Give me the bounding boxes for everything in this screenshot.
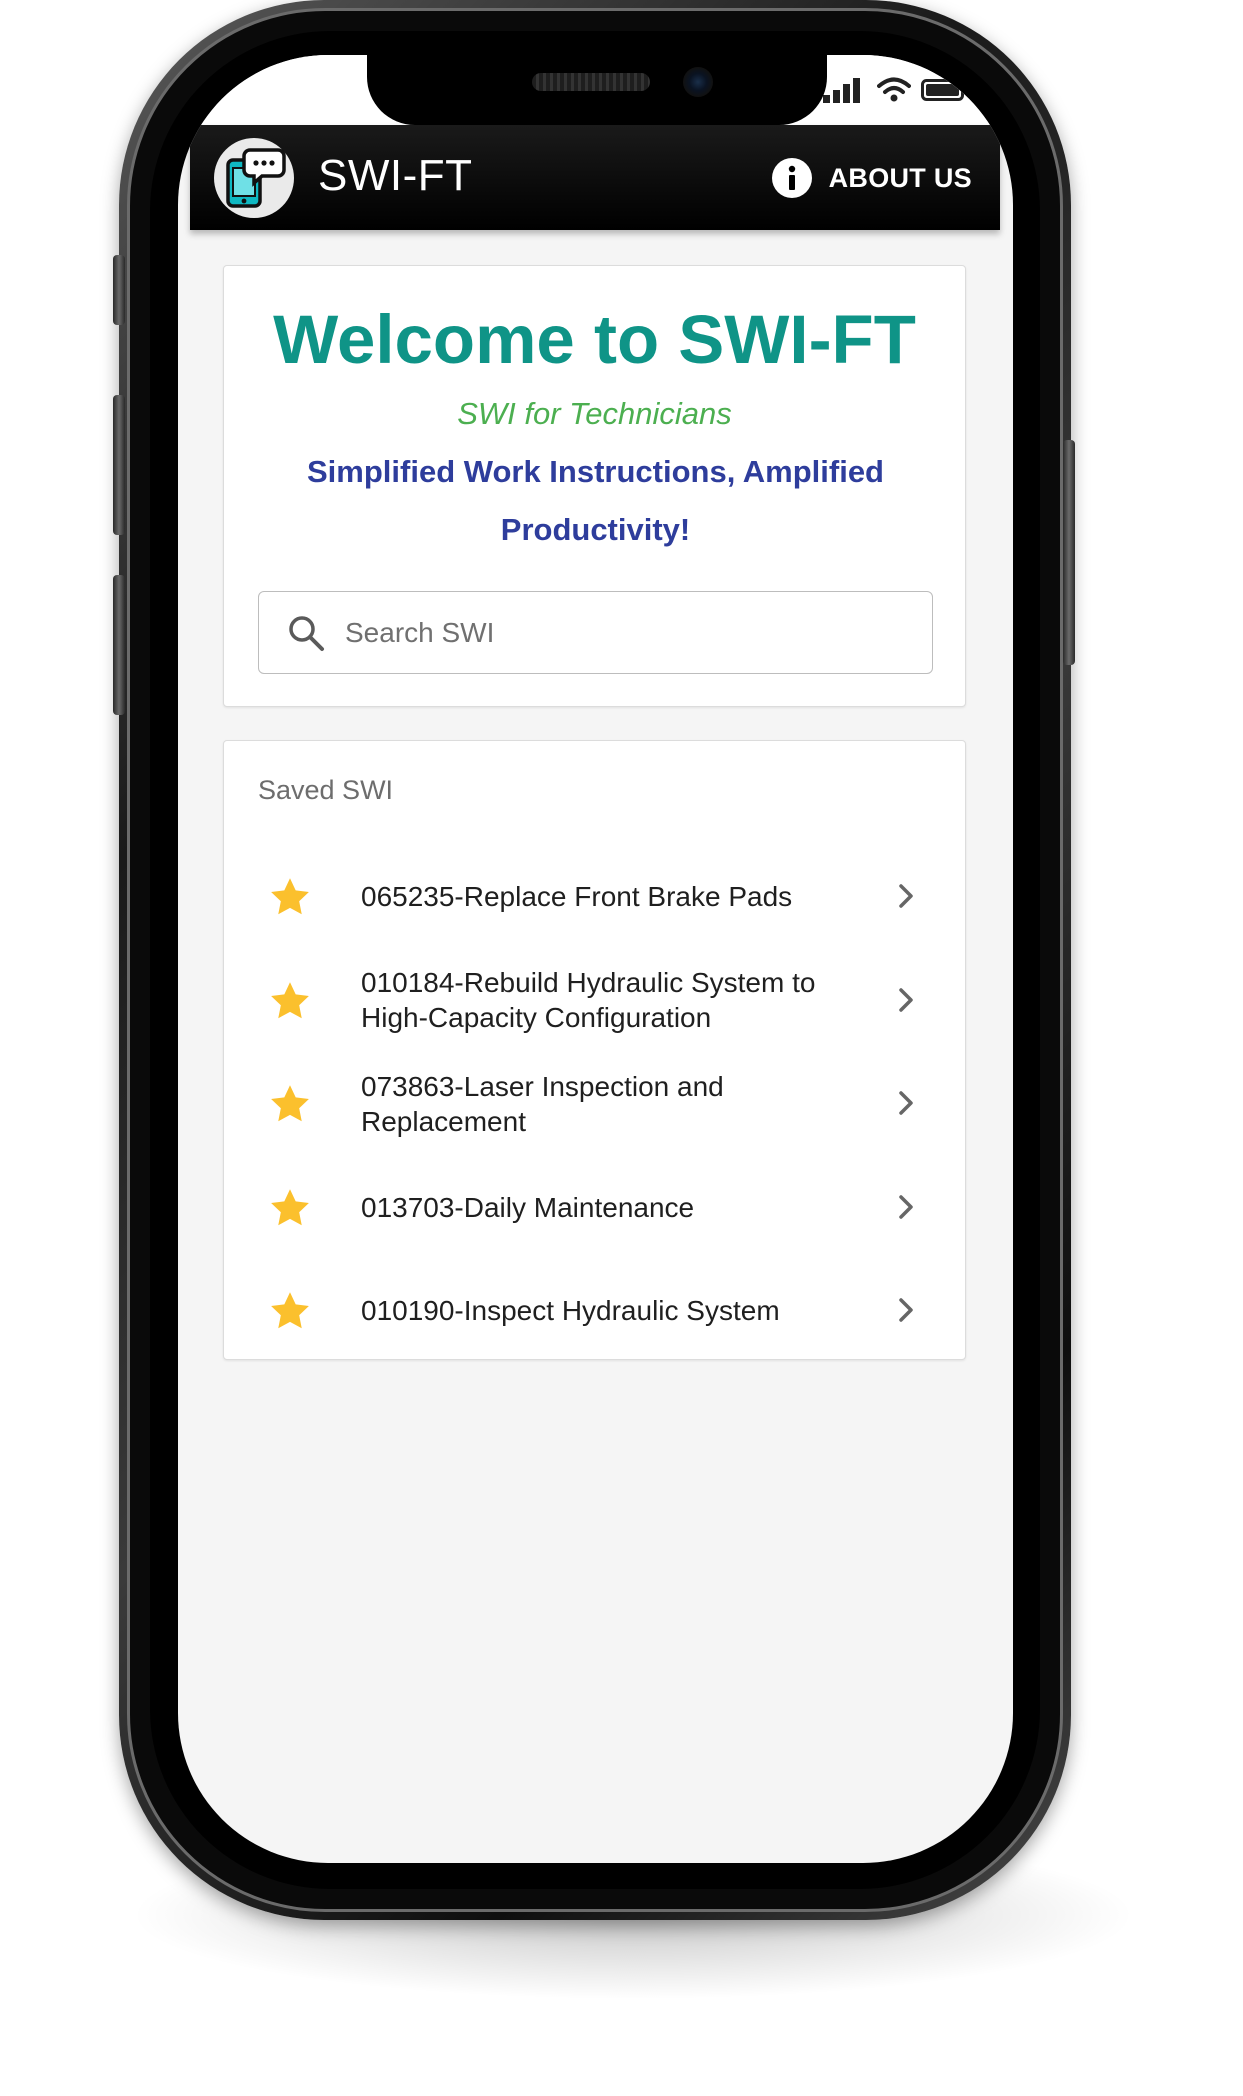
wifi-icon — [877, 77, 911, 102]
chevron-right-icon — [899, 1091, 913, 1115]
chevron-right-icon — [899, 987, 913, 1012]
status-icons — [823, 77, 971, 103]
saved-swi-card: Saved SWI 065235-Replace Front Brake Pad… — [223, 740, 966, 1360]
saved-swi-item-label: 010184-Rebuild Hydraulic System to High-… — [361, 967, 816, 1034]
star-icon — [271, 1085, 309, 1122]
saved-swi-item[interactable]: 065235-Replace Front Brake Pads — [224, 845, 965, 949]
mute-switch — [113, 255, 125, 325]
search-input[interactable] — [343, 606, 903, 660]
saved-swi-header: Saved SWI — [258, 775, 394, 805]
info-icon — [771, 158, 812, 198]
saved-swi-item[interactable]: 010190-Inspect Hydraulic System — [224, 1259, 965, 1363]
about-us-label: ABOUT US — [828, 162, 972, 193]
notch — [367, 55, 827, 125]
saved-swi-list: 065235-Replace Front Brake Pads 010184-R… — [224, 845, 965, 1363]
volume-up-button — [113, 395, 125, 535]
welcome-tagline: Simplified Work Instructions, Amplified … — [307, 454, 884, 547]
star-icon — [271, 1188, 309, 1225]
power-button — [1063, 440, 1075, 665]
chevron-right-icon — [899, 884, 913, 908]
welcome-card: Welcome to SWI-FT SWI for Technicians Si… — [223, 265, 966, 707]
saved-swi-item-label: 065235-Replace Front Brake Pads — [361, 881, 793, 913]
search-icon — [289, 616, 324, 651]
front-camera — [683, 67, 713, 97]
app-bar: SWI-FT ABOUT US — [190, 125, 1000, 230]
phone-chat-logo-icon — [226, 148, 286, 208]
signal-icon — [823, 78, 860, 103]
chevron-right-icon — [899, 1194, 913, 1219]
app-logo[interactable] — [214, 138, 294, 218]
search-box[interactable] — [258, 591, 933, 674]
battery-icon — [921, 79, 969, 101]
saved-swi-item-label: 010190-Inspect Hydraulic System — [361, 1295, 780, 1327]
saved-swi-item-label: 073863-Laser Inspection and Replacement — [361, 1070, 724, 1137]
welcome-subtitle: SWI for Technicians — [457, 396, 732, 431]
about-us-button[interactable]: ABOUT US — [771, 155, 972, 201]
star-icon — [271, 878, 309, 915]
saved-swi-item[interactable]: 010184-Rebuild Hydraulic System to High-… — [224, 949, 965, 1053]
saved-swi-item[interactable]: 013703-Daily Maintenance — [224, 1156, 965, 1260]
phone-screen: SWI-FT ABOUT US Welcome to SWI-FT SWI fo… — [178, 55, 1013, 1863]
saved-swi-item-label: 013703-Daily Maintenance — [361, 1191, 695, 1223]
saved-swi-item[interactable]: 073863-Laser Inspection and Replacement — [224, 1052, 965, 1156]
welcome-title: Welcome to SWI-FT — [273, 301, 916, 378]
chevron-right-icon — [899, 1298, 913, 1322]
star-icon — [271, 1292, 309, 1329]
earpiece-speaker — [532, 73, 650, 91]
star-icon — [271, 981, 309, 1018]
volume-down-button — [113, 575, 125, 715]
app-title: SWI-FT — [318, 151, 473, 200]
